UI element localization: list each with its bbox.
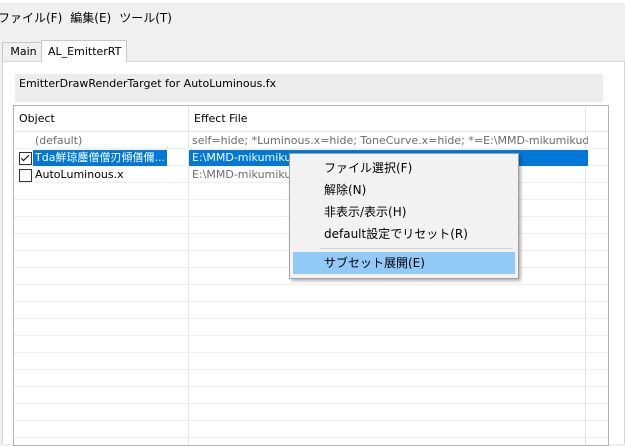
object-name: Tda鮮琼鏖僧僧刃傾僐儞...: [33, 150, 167, 166]
context-item-toggle-visibility[interactable]: 非表示/表示(H): [293, 201, 515, 223]
list-header: Object Effect File: [14, 106, 608, 445]
menu-file[interactable]: ファイル(F): [0, 8, 70, 28]
context-separator: [320, 248, 513, 249]
info-box: EmitterDrawRenderTarget for AutoLuminous…: [15, 74, 603, 102]
grid-line: [14, 370, 608, 387]
object-name: AutoLuminous.x: [35, 168, 124, 181]
effect-file-cell: self=hide; *Luminous.x=hide; ToneCurve.x…: [192, 134, 588, 147]
object-cell: AutoLuminous.x: [14, 167, 185, 183]
context-item-reset-default[interactable]: default設定でリセット(R): [293, 223, 515, 245]
object-cell: (default): [14, 133, 185, 149]
visibility-checkbox[interactable]: [19, 152, 32, 165]
column-header-effect-file[interactable]: Effect File: [188, 106, 586, 131]
context-item-release[interactable]: 解除(N): [293, 179, 515, 201]
object-name: (default): [35, 134, 83, 147]
grid-line: [14, 319, 608, 336]
grid-line: [14, 302, 608, 319]
window-top-edge: [0, 0, 625, 3]
grid-line: [14, 285, 608, 302]
context-item-select-file[interactable]: ファイル選択(F): [293, 157, 515, 179]
grid-line: [14, 404, 608, 421]
grid-line: [14, 421, 608, 438]
column-header-object[interactable]: Object: [14, 106, 187, 131]
menu-edit[interactable]: 編集(E): [70, 8, 119, 28]
info-text: EmitterDrawRenderTarget for AutoLuminous…: [19, 77, 277, 90]
grid-line: [14, 387, 608, 404]
context-menu: ファイル選択(F) 解除(N) 非表示/表示(H) default設定でリセット…: [289, 153, 519, 279]
object-cell: Tda鮮琼鏖僧僧刃傾僐儞...: [14, 150, 185, 166]
table-row-default[interactable]: (default) self=hide; *Luminous.x=hide; T…: [14, 133, 588, 149]
tab-al-emitterrt[interactable]: AL_EmitterRT: [41, 40, 127, 62]
menu-tools[interactable]: ツール(T): [119, 8, 180, 28]
visibility-checkbox[interactable]: [19, 169, 32, 182]
context-item-expand-subsets[interactable]: サブセット展開(E): [293, 252, 515, 274]
menu-bar: ファイル(F) 編集(E) ツール(T): [0, 8, 180, 28]
tab-main[interactable]: Main: [2, 42, 45, 61]
grid-line: [14, 336, 608, 353]
grid-line: [14, 353, 608, 370]
